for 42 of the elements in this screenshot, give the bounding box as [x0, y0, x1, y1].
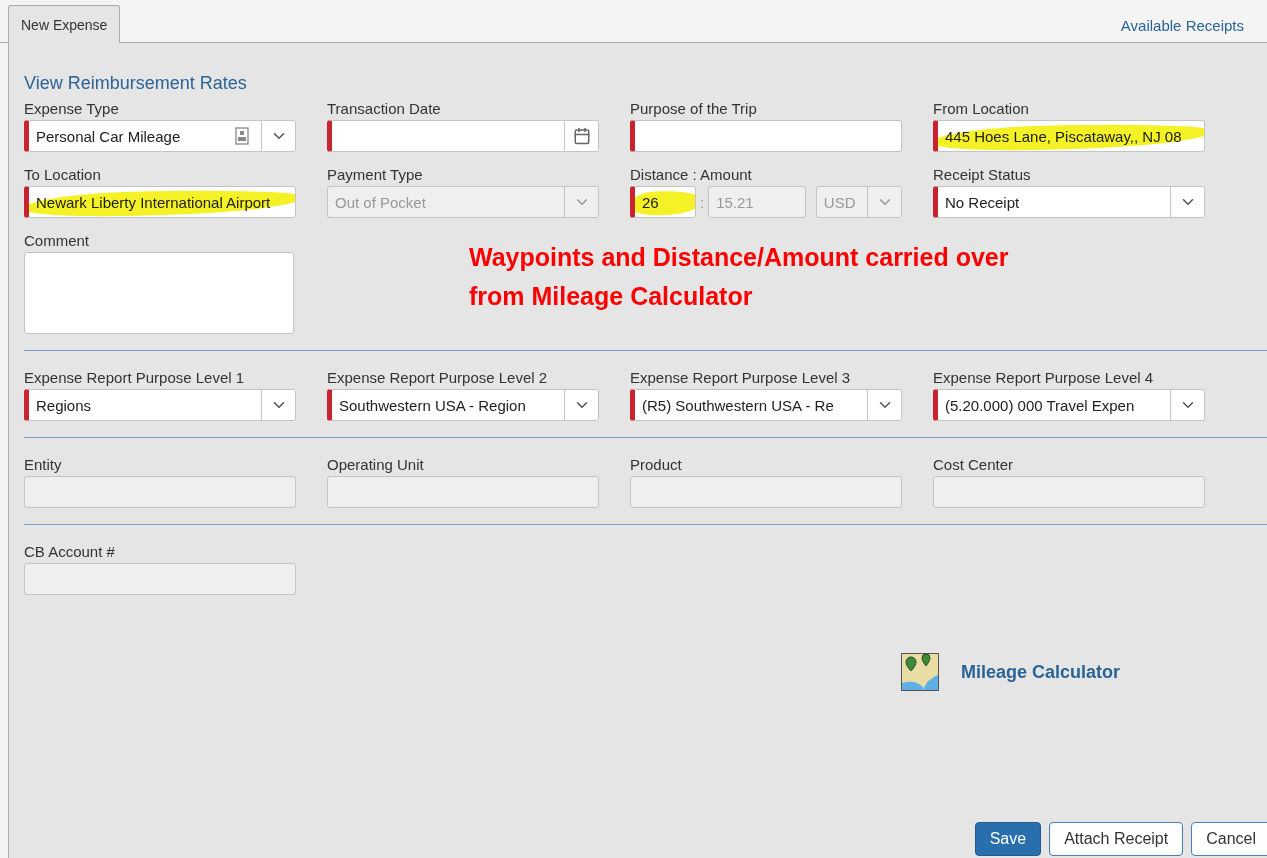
separator: : [699, 193, 705, 211]
field-label: From Location [933, 100, 1030, 117]
calendar-icon[interactable] [572, 127, 591, 145]
field-label: Distance : Amount [630, 166, 753, 183]
field-label: Operating Unit [327, 456, 425, 473]
field-label: To Location [24, 166, 102, 183]
dropdown[interactable]: (5.20.000) 000 Travel Expen [933, 389, 1205, 421]
dropdown[interactable]: Southwestern USA - Region [327, 389, 599, 421]
field-label: Product [630, 456, 683, 473]
field-label: Cost Center [933, 456, 1015, 473]
input-field[interactable]: Newark Liberty International Airport [24, 186, 296, 218]
field-label: Expense Report Purpose Level 4 [933, 369, 1155, 386]
field-label: Comment [24, 232, 91, 249]
field-label: CB Account # [24, 543, 116, 560]
annotation-text: Waypoints and Distance/Amount carried over from Mileage Calculator [468, 242, 1010, 312]
comment-field[interactable] [24, 252, 294, 334]
save-button[interactable]: Save [974, 822, 1042, 856]
tab[interactable]: New Expense [8, 5, 121, 43]
mileage-calculator-link[interactable]: Mileage Calculator [961, 661, 1121, 683]
dropdown[interactable]: No Receipt [933, 186, 1205, 218]
action-button[interactable]: Attach Receipt [1049, 822, 1184, 856]
field-label: Expense Report Purpose Level 2 [327, 369, 549, 386]
dropdown[interactable]: (R5) Southwestern USA - Re [630, 389, 902, 421]
field-label: Receipt Status [933, 166, 1032, 183]
dropdown[interactable]: Personal Car Mileage [24, 120, 296, 152]
available-receipts-link[interactable]: Available Receipts [1120, 17, 1244, 34]
field-label: Transaction Date [327, 100, 442, 117]
field-label: Expense Report Purpose Level 3 [630, 369, 852, 386]
input-field[interactable]: 445 Hoes Lane, Piscataway,, NJ 08 [933, 120, 1205, 152]
field-label: Expense Type [24, 100, 120, 117]
field-label: Expense Report Purpose Level 1 [24, 369, 246, 386]
document-icon[interactable] [235, 127, 249, 145]
field-label: Entity [24, 456, 63, 473]
field-label: Purpose of the Trip [630, 100, 758, 117]
field-label: Payment Type [327, 166, 424, 183]
dropdown[interactable]: Regions [24, 389, 296, 421]
reimbursement-rates-link[interactable]: View Reimbursement Rates [24, 73, 247, 94]
action-button[interactable]: Cancel [1191, 822, 1267, 856]
map-icon[interactable] [901, 653, 939, 691]
input-field[interactable] [630, 120, 902, 152]
input-field[interactable]: 26 [630, 186, 696, 218]
date-field[interactable] [327, 120, 599, 152]
